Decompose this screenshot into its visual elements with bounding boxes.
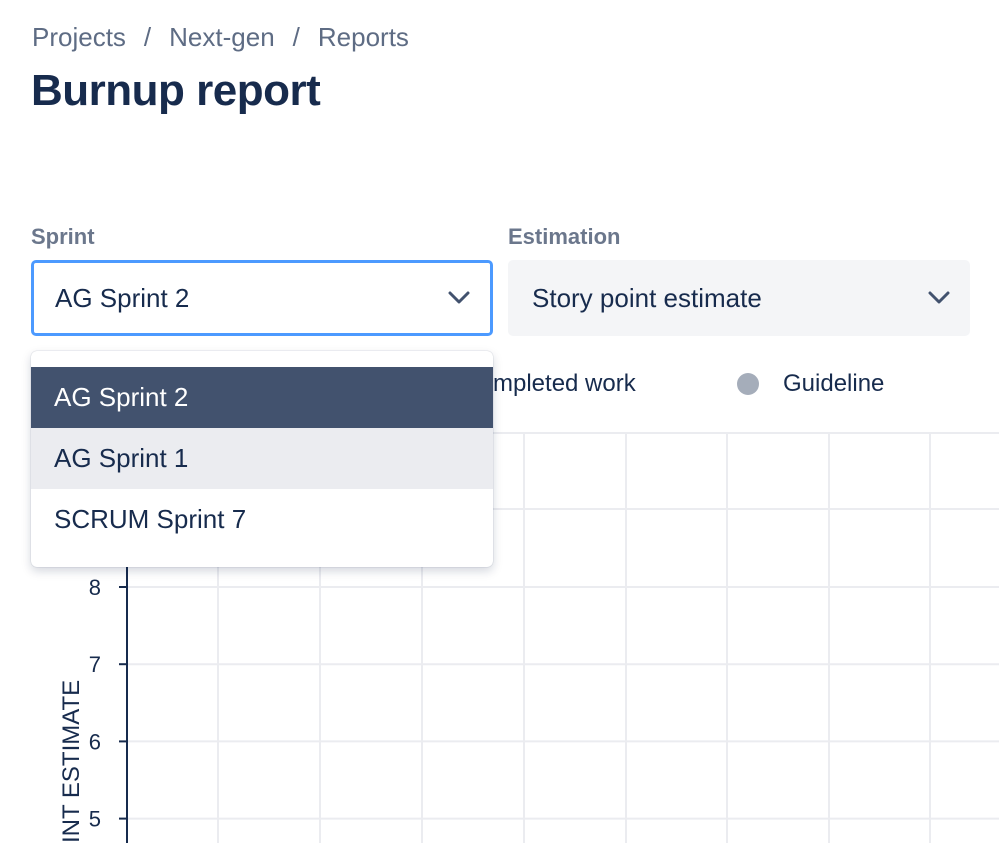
estimation-select-value: Story point estimate	[532, 282, 762, 313]
y-tick-label: 5	[89, 807, 101, 832]
guideline-dot-icon	[737, 373, 759, 395]
legend-label: mpleted work	[493, 370, 636, 397]
y-tick-label: 8	[89, 575, 101, 600]
sprint-dropdown-menu: AG Sprint 2 AG Sprint 1 SCRUM Sprint 7	[31, 351, 493, 567]
y-axis-title: INT ESTIMATE	[58, 679, 85, 843]
sprint-option-scrum-sprint-7[interactable]: SCRUM Sprint 7	[31, 489, 493, 550]
legend-completed-work: mpleted work	[493, 370, 636, 398]
sprint-select-value: AG Sprint 2	[55, 282, 190, 313]
estimation-select[interactable]: Story point estimate	[508, 260, 970, 336]
chevron-down-icon[interactable]	[926, 285, 952, 311]
sprint-option-ag-sprint-2[interactable]: AG Sprint 2	[31, 367, 493, 428]
legend-guideline: Guideline	[737, 370, 884, 398]
chevron-down-icon[interactable]	[446, 285, 472, 311]
y-tick-label: 6	[89, 729, 101, 754]
sprint-option-ag-sprint-1[interactable]: AG Sprint 1	[31, 428, 493, 489]
estimation-label: Estimation	[508, 224, 621, 249]
sprint-select[interactable]: AG Sprint 2	[31, 260, 493, 336]
sprint-label: Sprint	[31, 224, 95, 249]
y-tick-label: 7	[89, 652, 101, 677]
legend-label: Guideline	[783, 370, 885, 397]
